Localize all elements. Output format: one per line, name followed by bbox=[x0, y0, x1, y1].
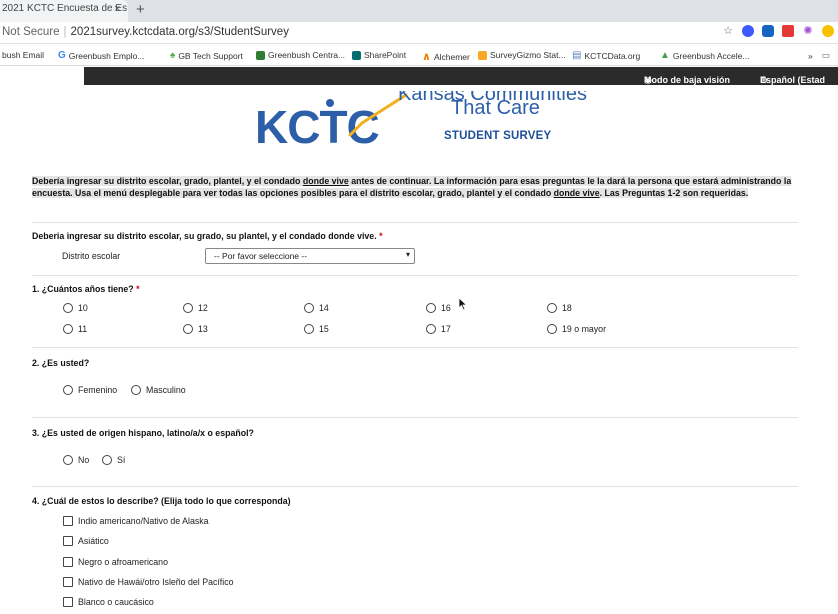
q2-option-masculino[interactable]: Masculino bbox=[131, 385, 186, 395]
checkbox[interactable] bbox=[63, 536, 73, 546]
checkbox[interactable] bbox=[63, 516, 73, 526]
q4-option-pacific-islander[interactable]: Nativo de Hawái/otro Isleño del Pacífico bbox=[63, 577, 234, 587]
bookmark-item[interactable]: SurveyGizmo Stat... bbox=[478, 50, 566, 60]
bookmark-item[interactable]: ▤ KCTCData.org bbox=[572, 50, 640, 61]
security-indicator[interactable]: Not Secure bbox=[2, 26, 60, 38]
bookmark-item[interactable]: Greenbush Centra... bbox=[256, 50, 345, 60]
radio-button[interactable] bbox=[304, 303, 314, 313]
surveygizmo-icon bbox=[478, 50, 487, 60]
bookmark-item[interactable]: ▲ Greenbush Accele... bbox=[660, 50, 749, 61]
logo-line2: That Care bbox=[451, 97, 540, 119]
q1-option-10[interactable]: 10 bbox=[63, 303, 88, 313]
q4-option-black[interactable]: Negro o afroamericano bbox=[63, 557, 168, 567]
q1-option-19-plus[interactable]: 19 o mayor bbox=[547, 324, 606, 334]
sharepoint-icon bbox=[352, 50, 361, 60]
bookmark-item[interactable]: SharePoint bbox=[352, 50, 406, 60]
divider bbox=[32, 486, 798, 487]
toolbar-icons: ☆ ✺ bbox=[722, 25, 834, 37]
kctc-icon: ▤ bbox=[572, 50, 582, 61]
radio-button[interactable] bbox=[63, 455, 73, 465]
q2-option-femenino[interactable]: Femenino bbox=[63, 385, 117, 395]
puzzle-icon[interactable]: ✺ bbox=[802, 25, 814, 37]
tab-title: 2021 KCTC Encuesta de Es bbox=[2, 3, 128, 14]
divider bbox=[32, 275, 798, 276]
bookmarks-bar: bush Email G Greenbush Emplo... ♠ GB Tech … bbox=[0, 44, 838, 66]
accessibility-bar: ◉ Modo de baja visión ⊕ Español (Estad bbox=[84, 67, 838, 85]
radio-button[interactable] bbox=[547, 303, 557, 313]
q1-option-11[interactable]: 11 bbox=[63, 324, 87, 334]
star-icon[interactable]: ☆ bbox=[722, 25, 734, 37]
radio-button[interactable] bbox=[426, 303, 436, 313]
instructions-notice: Debería ingresar su distrito escolar, gr… bbox=[32, 176, 792, 198]
q4-option-white[interactable]: Blanco o caucásico bbox=[63, 597, 154, 607]
q1-option-14[interactable]: 14 bbox=[304, 303, 329, 313]
q1-option-16[interactable]: 16 bbox=[426, 303, 451, 313]
district-question-title: Deberia ingresar su distrito escolar, su… bbox=[32, 231, 383, 241]
gb-icon: ♠ bbox=[170, 50, 176, 61]
folder-icon: ▭ bbox=[821, 50, 830, 60]
radio-button[interactable] bbox=[183, 303, 193, 313]
tab-bar: 2021 KCTC Encuesta de Es × + bbox=[0, 0, 838, 22]
url-text: 2021survey.kctcdata.org/s3/StudentSurvey bbox=[70, 26, 289, 38]
radio-button[interactable] bbox=[63, 324, 73, 334]
greenbush-icon bbox=[256, 50, 265, 60]
divider bbox=[32, 222, 798, 223]
radio-button[interactable] bbox=[426, 324, 436, 334]
bookmark-item[interactable]: bush Email bbox=[2, 50, 44, 60]
extension-icon[interactable] bbox=[822, 25, 834, 37]
url-field[interactable]: Not Secure | 2021survey.kctcdata.org/s3/St… bbox=[2, 26, 289, 38]
chevron-down-icon: ▾ bbox=[405, 250, 410, 259]
extension-icon[interactable] bbox=[782, 25, 794, 37]
screen: 2021 KCTC Encuesta de Es × + Not Secure |… bbox=[0, 0, 838, 614]
q4-option-asian[interactable]: Asiático bbox=[63, 536, 109, 546]
close-icon[interactable]: × bbox=[114, 3, 120, 15]
q1-option-13[interactable]: 13 bbox=[183, 324, 208, 334]
q1-option-18[interactable]: 18 bbox=[547, 303, 572, 313]
checkmark-icon bbox=[326, 93, 408, 137]
bookmark-item[interactable]: ∧ Alchemer bbox=[422, 50, 470, 63]
q1-option-17[interactable]: 17 bbox=[426, 324, 451, 334]
bookmarks-more-button[interactable]: » ▭ bbox=[808, 50, 830, 61]
greenbush-accel-icon: ▲ bbox=[660, 50, 670, 61]
address-bar: Not Secure | 2021survey.kctcdata.org/s3/St… bbox=[0, 22, 838, 44]
divider bbox=[32, 347, 798, 348]
q3-option-si[interactable]: Sí bbox=[102, 455, 125, 465]
radio-button[interactable] bbox=[63, 303, 73, 313]
bookmark-item[interactable]: G Greenbush Emplo... bbox=[58, 50, 144, 61]
q3-option-no[interactable]: No bbox=[63, 455, 89, 465]
extension-icon[interactable] bbox=[742, 25, 754, 37]
checkbox[interactable] bbox=[63, 557, 73, 567]
q1-title: 1. ¿Cuántos años tiene? * bbox=[32, 284, 140, 294]
radio-button[interactable] bbox=[304, 324, 314, 334]
district-label: Distrito escolar bbox=[62, 251, 121, 261]
radio-button[interactable] bbox=[547, 324, 557, 334]
google-icon: G bbox=[58, 50, 66, 61]
radio-button[interactable] bbox=[102, 455, 112, 465]
survey-content: KCTC Kansas Communities That Care STUDEN… bbox=[0, 85, 838, 614]
q3-title: 3. ¿Es usted de origen hispano, latino/a… bbox=[32, 428, 254, 438]
logo-line3: STUDENT SURVEY bbox=[444, 130, 552, 142]
checkbox[interactable] bbox=[63, 577, 73, 587]
q4-option-native-american[interactable]: Indio americano/Nativo de Alaska bbox=[63, 516, 209, 526]
district-select[interactable]: -- Por favor seleccione -- ▾ bbox=[205, 248, 415, 264]
extension-icon[interactable] bbox=[762, 25, 774, 37]
q4-title: 4. ¿Cuál de estos lo describe? (Elija to… bbox=[32, 496, 291, 506]
q2-title: 2. ¿Es usted? bbox=[32, 358, 90, 368]
browser-tab[interactable]: 2021 KCTC Encuesta de Es × bbox=[0, 0, 128, 22]
radio-button[interactable] bbox=[63, 385, 73, 395]
q1-option-12[interactable]: 12 bbox=[183, 303, 208, 313]
q1-option-15[interactable]: 15 bbox=[304, 324, 329, 334]
bookmark-item[interactable]: ♠ GB Tech Support bbox=[170, 50, 243, 61]
mouse-cursor-icon bbox=[458, 297, 468, 311]
radio-button[interactable] bbox=[183, 324, 193, 334]
alchemer-icon: ∧ bbox=[422, 51, 431, 63]
checkbox[interactable] bbox=[63, 597, 73, 607]
divider bbox=[32, 417, 798, 418]
radio-button[interactable] bbox=[131, 385, 141, 395]
new-tab-button[interactable]: + bbox=[136, 1, 145, 18]
